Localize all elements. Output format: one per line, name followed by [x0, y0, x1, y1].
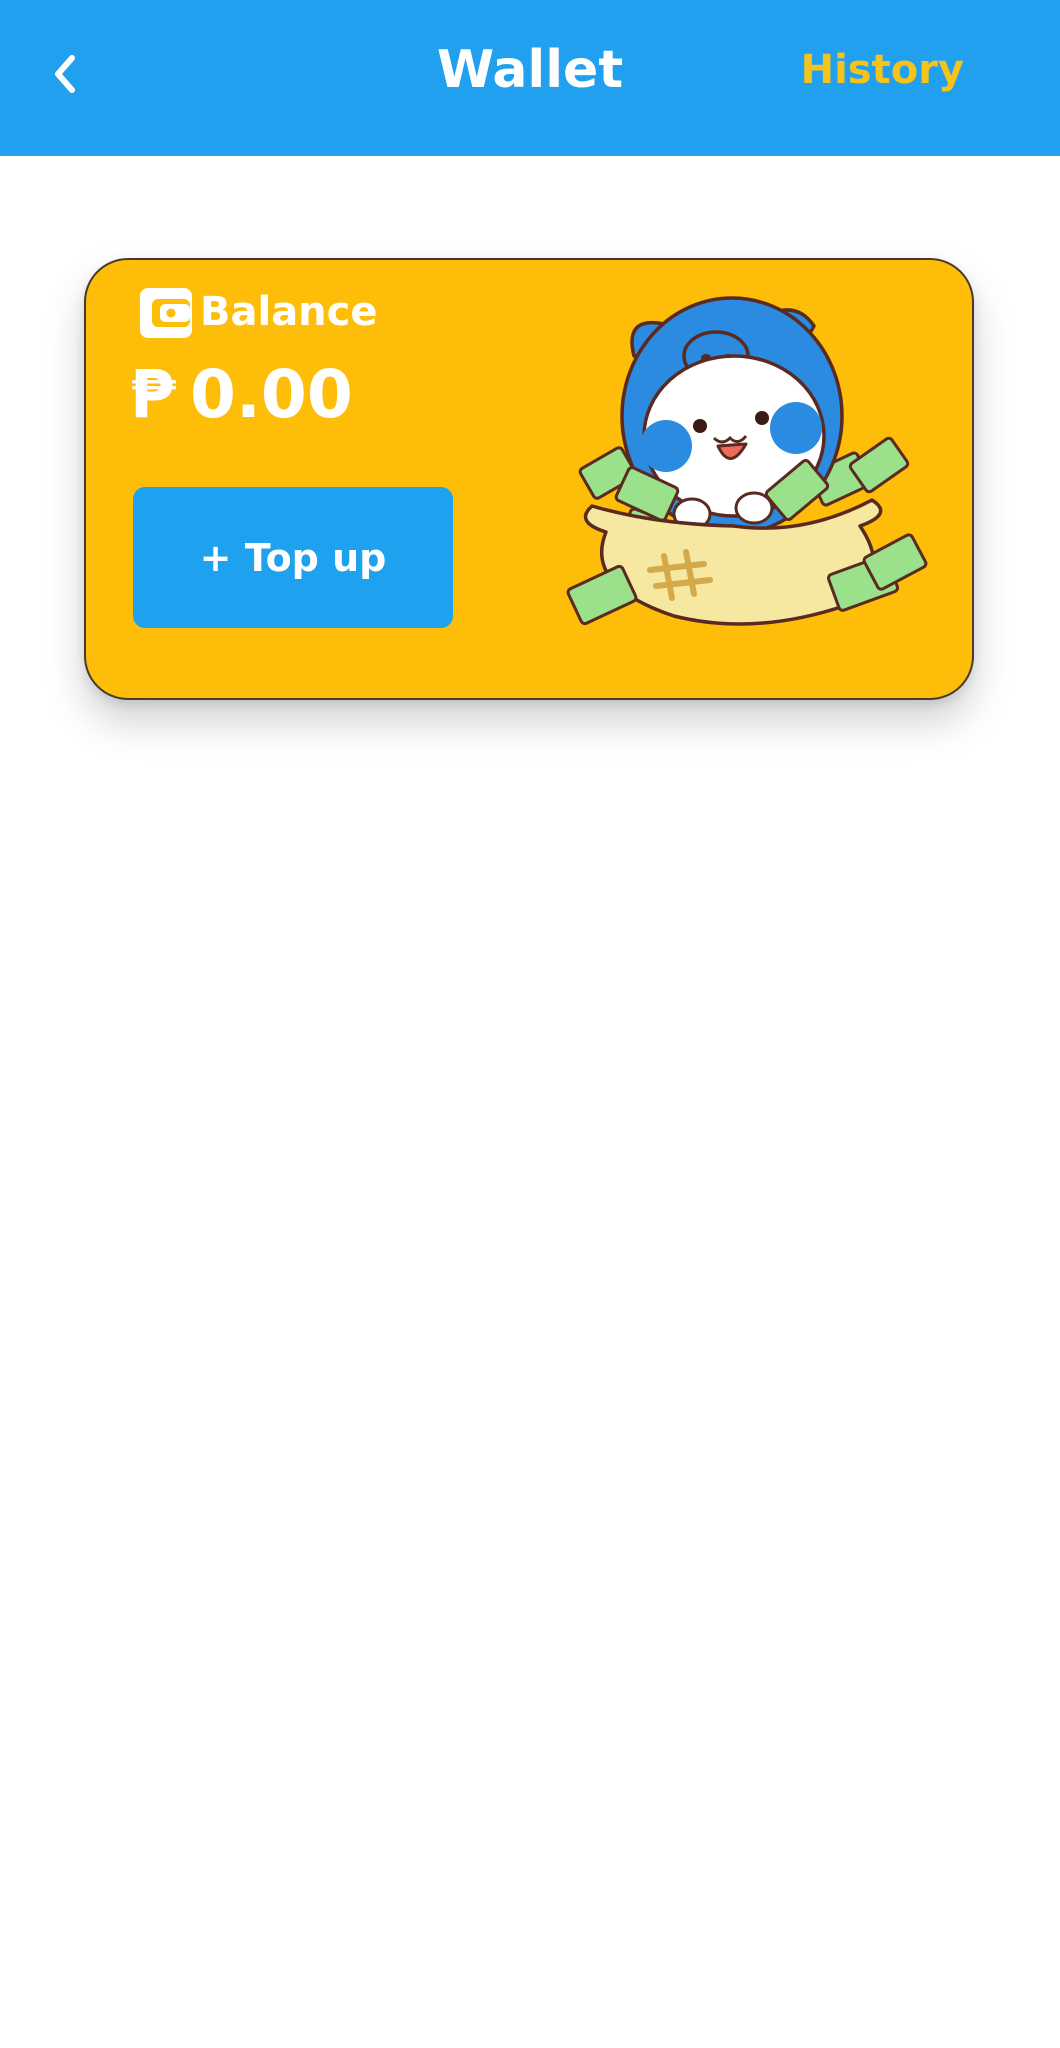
currency-symbol: ₱ [130, 356, 176, 433]
chevron-left-icon [55, 55, 75, 93]
balance-label: Balance [200, 289, 378, 335]
balance-card: Balance ₱ 0.00 + Top up [84, 258, 974, 700]
app-header: Wallet History [0, 0, 1060, 156]
balance-amount: ₱ 0.00 [130, 356, 353, 433]
balance-value: 0.00 [189, 356, 353, 433]
history-link[interactable]: History [801, 40, 964, 100]
mascot-money-bag-illustration [566, 296, 928, 626]
topup-button[interactable]: + Top up [133, 487, 453, 628]
wallet-icon [140, 288, 192, 338]
back-button[interactable] [40, 44, 90, 104]
balance-label-row: Balance [138, 282, 378, 342]
